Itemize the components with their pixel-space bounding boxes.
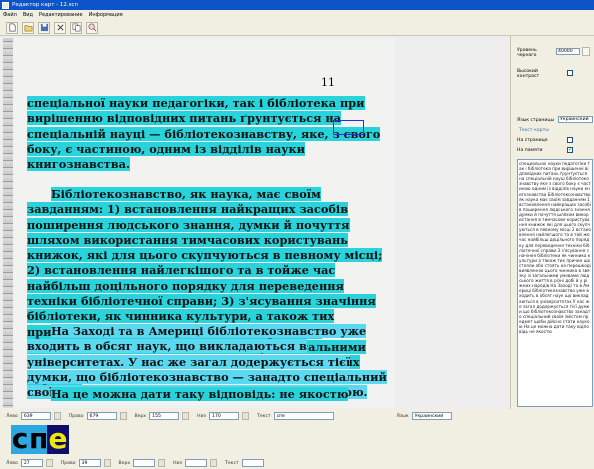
app-icon — [2, 1, 9, 9]
selected-char-box[interactable] — [333, 120, 364, 135]
scanned-page[interactable]: 11 спеціальної науки педагогіки, так і б… — [3, 38, 395, 408]
menu-file[interactable]: Файл — [3, 12, 17, 18]
glyph-coords-row: Лево 27 Право 39 Верх Низ Текст — [0, 457, 594, 469]
coords-row: Лево 639 Право 679 Верх 155 Низ 170 Текс… — [0, 409, 594, 423]
glyph-left-label: Лево — [6, 460, 18, 466]
zoom-button[interactable] — [86, 21, 98, 34]
level-input[interactable]: 40000 — [556, 48, 580, 55]
left-input[interactable]: 639 — [20, 412, 51, 420]
right-label: Право — [68, 413, 84, 419]
page-edge — [3, 38, 13, 408]
text-label: Текст — [257, 413, 271, 419]
new-button[interactable] — [6, 21, 18, 34]
toolbar — [0, 20, 594, 36]
new-icon — [8, 23, 16, 32]
menu-edit[interactable]: Редактирование — [39, 12, 83, 18]
window-titlebar: Редактор карт - 12.scn — [0, 0, 594, 10]
glyph-right-spin[interactable] — [103, 459, 111, 467]
right-input[interactable]: 679 — [86, 412, 117, 420]
glyph-3-selected[interactable]: е — [47, 425, 69, 454]
glyph-top-spin[interactable] — [158, 459, 166, 467]
copy-button[interactable] — [70, 21, 82, 34]
page-number: 11 — [321, 76, 335, 89]
right-panel: Уровень черного 40000 Высокий контраст Я… — [510, 36, 594, 409]
top-spin[interactable] — [182, 412, 190, 420]
window-title: Редактор карт - 12.scn — [12, 2, 78, 8]
menu-view[interactable]: Вид — [23, 12, 33, 18]
page-lang-select[interactable]: Украинский — [558, 116, 593, 123]
level-label: Уровень черного — [517, 48, 537, 58]
left-label: Лево — [6, 413, 18, 419]
save-button[interactable] — [38, 21, 50, 34]
lang-select[interactable]: Украинский — [411, 412, 452, 420]
glyph-right-input[interactable]: 39 — [78, 459, 101, 467]
contrast-checkbox[interactable] — [567, 70, 573, 76]
zoom-icon — [88, 23, 96, 32]
document-view[interactable]: 11 спеціальної науки педагогіки, так і б… — [0, 36, 510, 409]
page-lang-label: Язык страницы — [517, 118, 555, 123]
recognized-text-box[interactable]: специальноі науки педагогіки так і біблі… — [517, 159, 593, 407]
menu-info[interactable]: Информация — [89, 12, 123, 18]
glyph-preview: с п е — [0, 423, 594, 457]
in-memory-checkbox[interactable] — [567, 146, 573, 153]
glyph-1[interactable]: с — [11, 425, 29, 454]
glyph-2[interactable]: п — [29, 425, 47, 454]
bottom-label: Низ — [197, 413, 207, 419]
open-icon — [24, 25, 32, 32]
on-page-label: На странице — [517, 138, 548, 143]
glyph-bottom-label: Низ — [173, 460, 183, 466]
menu-bar: Файл Вид Редактирование Информация — [0, 10, 594, 20]
right-spin[interactable] — [119, 412, 127, 420]
glyph-left-spin[interactable] — [45, 459, 53, 467]
glyph-bottom-spin[interactable] — [210, 459, 218, 467]
in-memory-label: На памяти — [517, 148, 543, 153]
left-spin[interactable] — [53, 412, 61, 420]
copy-icon — [72, 23, 80, 32]
on-page-checkbox[interactable] — [567, 137, 573, 143]
glyph-bottom-input[interactable] — [185, 459, 208, 467]
glyph-text-label: Текст — [225, 460, 239, 466]
glyph-right-label: Право — [60, 460, 76, 466]
paragraph-1-text: спеціальної науки педагогіки, так і бібл… — [27, 96, 381, 172]
bottom-spin[interactable] — [242, 412, 250, 420]
level-spin[interactable] — [582, 47, 590, 56]
bottom-input[interactable]: 170 — [209, 412, 240, 420]
glyph-text-input[interactable] — [241, 459, 264, 467]
glyph-strip: с п е — [11, 425, 69, 454]
save-icon — [40, 23, 48, 32]
paragraph-4-text: На це можна дати таку відповідь: не якос… — [51, 387, 349, 401]
open-button[interactable] — [22, 21, 34, 34]
text-input[interactable]: спе — [273, 412, 334, 420]
paragraph-4: На це можна дати таку відповідь: не якос… — [27, 387, 389, 402]
text-map-title: Текст карты — [519, 128, 549, 133]
cut-icon — [56, 24, 64, 31]
glyph-top-input[interactable] — [133, 459, 156, 467]
contrast-label: Высокий контраст — [517, 69, 540, 79]
cut-button[interactable] — [54, 21, 66, 34]
top-label: Верх — [134, 413, 147, 419]
top-input[interactable]: 155 — [149, 412, 180, 420]
glyph-top-label: Верх — [118, 460, 131, 466]
lang-label: Язык — [396, 413, 409, 419]
glyph-left-input[interactable]: 27 — [20, 459, 43, 467]
